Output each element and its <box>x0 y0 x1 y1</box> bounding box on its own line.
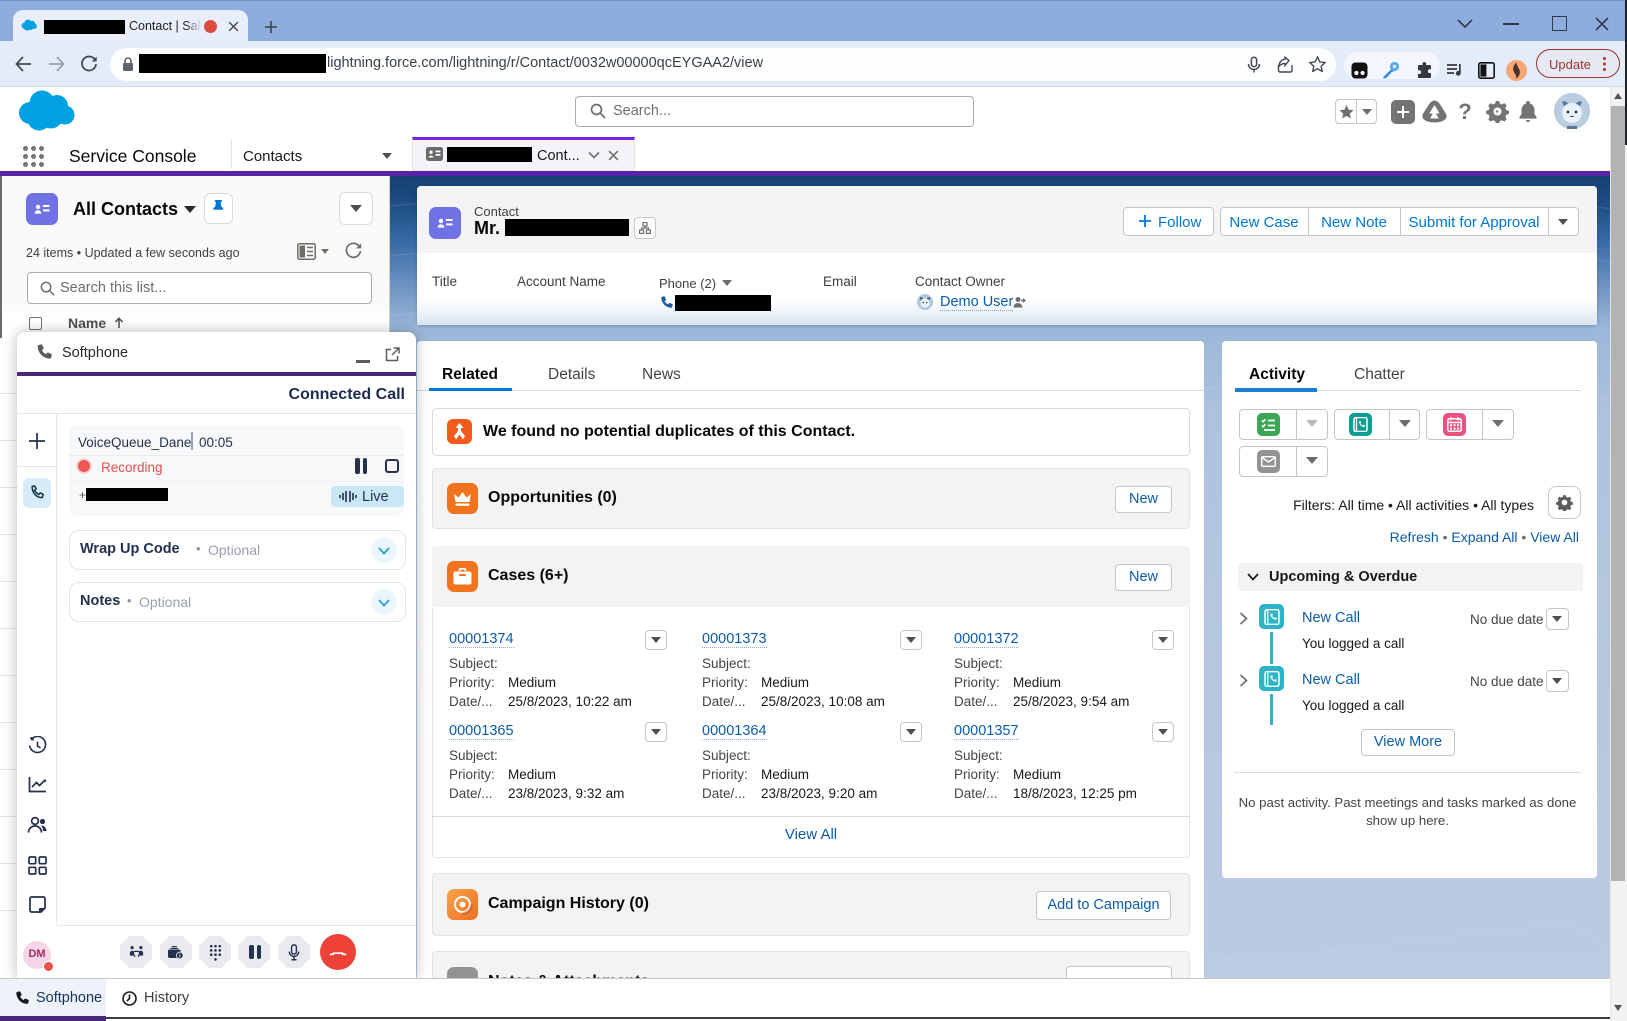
svg-text:?: ? <box>1458 99 1471 124</box>
